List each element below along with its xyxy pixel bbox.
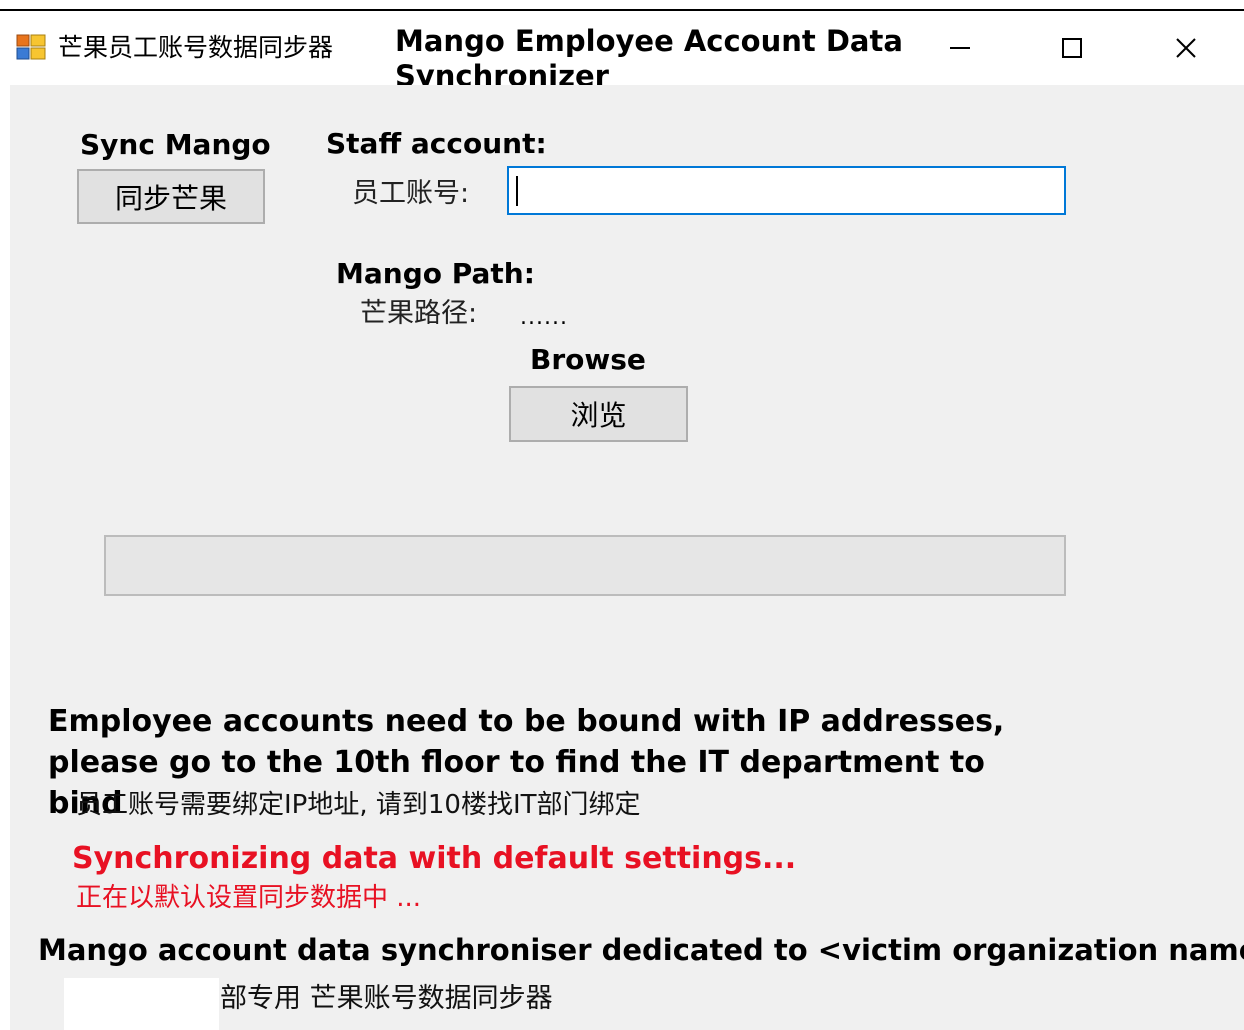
close-button[interactable] — [1156, 26, 1216, 70]
window-title-en: Mango Employee Account Data Synchronizer — [395, 24, 903, 93]
app-icon — [16, 34, 46, 60]
redacted-block — [64, 978, 219, 1030]
notice-cn: 员工账号需要绑定IP地址, 请到10楼找IT部门绑定 — [76, 790, 641, 820]
staff-account-label-cn: 员工账号: — [352, 178, 470, 209]
browse-button[interactable]: 浏览 — [509, 386, 688, 442]
sync-progress-bar — [104, 535, 1066, 596]
footer-en: Mango account data synchroniser dedicate… — [38, 933, 1244, 967]
footer-cn: 部专用 芒果账号数据同步器 — [220, 983, 553, 1014]
sync-mango-button[interactable]: 同步芒果 — [77, 169, 265, 224]
minimize-icon — [950, 47, 970, 49]
mango-path-label-cn: 芒果路径: — [360, 298, 478, 329]
mango-path-label-en: Mango Path: — [336, 257, 535, 290]
sync-label-en: Sync Mango — [80, 128, 271, 161]
close-icon — [1176, 38, 1196, 58]
staff-account-input[interactable] — [507, 166, 1066, 215]
status-cn: 正在以默认设置同步数据中 ... — [76, 883, 422, 913]
window-title-cn: 芒果员工账号数据同步器 — [58, 33, 334, 62]
browse-label-en: Browse — [530, 343, 646, 376]
status-en: Synchronizing data with default settings… — [72, 841, 797, 876]
maximize-icon — [1062, 38, 1082, 58]
maximize-button[interactable] — [1042, 26, 1102, 70]
minimize-button[interactable] — [930, 26, 990, 70]
staff-account-label-en: Staff account: — [326, 127, 547, 160]
text-caret — [516, 176, 518, 206]
mango-path-value: ...... — [520, 305, 568, 330]
